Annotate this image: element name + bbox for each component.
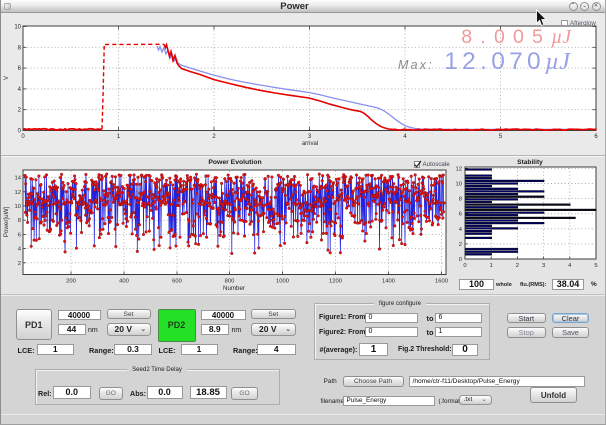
svg-text:2: 2	[18, 261, 21, 267]
svg-text:1200: 1200	[329, 279, 342, 285]
svg-text:10: 10	[15, 204, 21, 210]
svg-text:5: 5	[499, 134, 503, 140]
svg-text:2: 2	[516, 263, 519, 269]
svg-text:4: 4	[459, 227, 463, 233]
svg-text:V: V	[4, 76, 10, 80]
svg-text:1: 1	[490, 263, 493, 269]
svg-text:3: 3	[308, 134, 312, 140]
svg-text:400: 400	[119, 279, 129, 285]
svg-text:2: 2	[18, 108, 22, 114]
svg-text:12: 12	[456, 166, 462, 172]
svg-text:5: 5	[594, 263, 597, 269]
svg-text:0: 0	[463, 263, 466, 269]
svg-text:0: 0	[459, 257, 462, 263]
svg-text:8: 8	[459, 197, 462, 203]
svg-text:0: 0	[21, 134, 25, 140]
svg-text:4: 4	[18, 247, 22, 253]
svg-text:10: 10	[456, 182, 462, 188]
svg-text:arrival: arrival	[302, 141, 318, 147]
svg-text:6: 6	[459, 212, 462, 218]
svg-text:4: 4	[568, 263, 572, 269]
svg-text:2: 2	[212, 134, 216, 140]
svg-text:14: 14	[15, 176, 22, 182]
svg-text:800: 800	[225, 279, 235, 285]
svg-text:1400: 1400	[382, 279, 395, 285]
svg-text:Power[uW]: Power[uW]	[3, 207, 10, 238]
svg-text:4: 4	[18, 87, 22, 93]
svg-text:6: 6	[18, 232, 21, 238]
svg-text:2: 2	[459, 242, 462, 248]
svg-text:200: 200	[66, 279, 76, 285]
svg-text:6: 6	[594, 134, 598, 140]
svg-text:1: 1	[117, 134, 121, 140]
svg-text:600: 600	[172, 279, 182, 285]
svg-text:4: 4	[403, 134, 407, 140]
svg-text:1600: 1600	[435, 279, 448, 285]
svg-text:8: 8	[18, 218, 21, 224]
svg-text:12: 12	[15, 190, 21, 196]
svg-text:Number: Number	[223, 285, 245, 292]
svg-text:3: 3	[542, 263, 545, 269]
svg-text:Stability: Stability	[517, 159, 543, 166]
svg-text:1000: 1000	[276, 279, 289, 285]
